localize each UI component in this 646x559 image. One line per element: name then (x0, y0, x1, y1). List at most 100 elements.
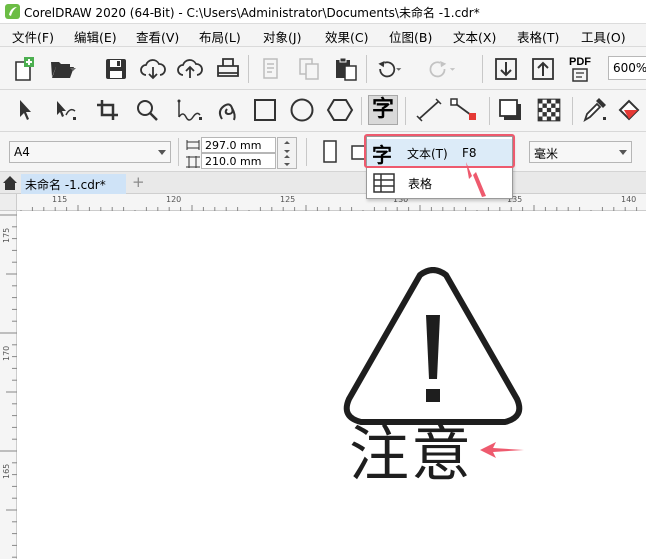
ruler-label: 140 (621, 195, 637, 204)
paste-button[interactable] (331, 54, 361, 84)
interactive-fill-tool-button[interactable] (616, 95, 646, 125)
menu-bitmaps[interactable]: 位图(B) (389, 27, 432, 46)
menu-layout[interactable]: 布局(L) (199, 27, 241, 46)
document-tab-label: 未命名 -1.cdr* (25, 178, 106, 192)
eyedropper-tool-button[interactable] (580, 95, 610, 125)
page-size-spinner[interactable] (277, 137, 297, 169)
copy-button[interactable] (294, 54, 324, 84)
menu-object[interactable]: 对象(J) (263, 27, 301, 46)
cloud-download-icon (140, 59, 166, 80)
connector-tool-button[interactable] (449, 95, 479, 125)
coreldraw-logo-icon (5, 4, 20, 19)
ruler-label: 175 (2, 227, 11, 243)
home-icon[interactable] (2, 175, 18, 191)
ruler-label: 165 (2, 463, 11, 479)
menu-view[interactable]: 查看(V) (136, 27, 179, 46)
horizontal-ruler[interactable]: 115 120 125 130 135 140 (0, 194, 646, 211)
callout-arrow-icon (466, 162, 486, 197)
transparency-tool-button[interactable] (534, 95, 564, 125)
menu-tools[interactable]: 工具(O) (581, 27, 626, 46)
shape-tool-button[interactable] (50, 95, 80, 125)
paste-icon (336, 57, 357, 81)
crop-tool-button[interactable] (93, 95, 123, 125)
landscape-page-icon (351, 145, 366, 160)
text-tool-button[interactable]: 字 (368, 95, 398, 125)
menu-edit[interactable]: 编辑(E) (74, 27, 117, 46)
dimension-line-icon (416, 98, 442, 122)
units-value: 毫米 (534, 147, 559, 161)
standard-toolbar: PDF 600% (0, 47, 646, 90)
new-document-icon (15, 57, 34, 81)
cloud-upload-button[interactable] (175, 54, 205, 84)
menu-text[interactable]: 文本(X) (453, 27, 496, 46)
spinner-arrows-icon (284, 141, 290, 166)
save-button[interactable] (101, 54, 131, 84)
magnifier-icon (137, 100, 158, 121)
ellipse-tool-button[interactable] (287, 95, 317, 125)
add-document-button[interactable]: + (132, 173, 145, 191)
folder-open-icon (51, 62, 76, 78)
vertical-ruler[interactable]: 175 170 165 (0, 211, 17, 559)
page-size-value: A4 (14, 145, 30, 159)
undo-button[interactable] (374, 54, 404, 84)
pdf-icon (572, 67, 588, 82)
toolbar-separator (405, 97, 406, 125)
menu-file[interactable]: 文件(F) (12, 27, 54, 46)
print-icon (217, 58, 239, 77)
cut-icon (263, 58, 278, 79)
drop-shadow-tool-button[interactable] (496, 95, 526, 125)
redo-button[interactable] (426, 54, 456, 84)
artistic-media-tool-button[interactable] (213, 95, 243, 125)
pick-tool-button[interactable] (10, 95, 40, 125)
polygon-tool-button[interactable] (325, 95, 355, 125)
open-button[interactable] (48, 54, 78, 84)
cloud-upload-icon (177, 59, 203, 78)
print-button[interactable] (213, 54, 243, 84)
landscape-button[interactable] (346, 137, 366, 167)
toolbar-separator (489, 97, 490, 125)
fill-bucket-icon (618, 99, 640, 121)
export-button[interactable] (528, 54, 558, 84)
connector-icon (450, 98, 476, 120)
flyout-item-table[interactable]: 表格 (367, 169, 512, 197)
save-icon (106, 59, 126, 79)
table-icon (373, 173, 395, 193)
chevron-down-icon (158, 150, 166, 155)
drawing-canvas[interactable]: 注意 (18, 212, 646, 559)
checkerboard-icon (537, 98, 561, 122)
zoom-level-field[interactable]: 600% (608, 56, 646, 80)
cut-button[interactable] (256, 54, 286, 84)
toolbar-separator (482, 55, 483, 83)
highlight-box (364, 134, 515, 168)
copy-icon (299, 58, 319, 80)
crop-icon (97, 100, 118, 120)
document-tab[interactable]: 未命名 -1.cdr* (21, 174, 126, 194)
ruler-origin[interactable] (0, 194, 17, 211)
eyedropper-icon (583, 98, 606, 123)
units-dropdown[interactable]: 毫米 (529, 141, 632, 163)
new-document-button[interactable] (9, 54, 39, 84)
page-width-field[interactable]: 297.0 mm (201, 137, 276, 153)
caption-text[interactable]: 注意 (349, 422, 473, 488)
menu-table[interactable]: 表格(T) (517, 27, 559, 46)
toolbar-separator (306, 138, 307, 166)
freehand-tool-button[interactable] (175, 95, 205, 125)
publish-pdf-button[interactable]: PDF (565, 54, 595, 84)
page-height-field[interactable]: 210.0 mm (201, 153, 276, 169)
page-size-dropdown[interactable]: A4 (9, 141, 171, 163)
ruler-label: 120 (166, 195, 182, 204)
warning-triangle-icon[interactable] (340, 267, 526, 431)
rectangle-tool-button[interactable] (250, 95, 280, 125)
zoom-tool-button[interactable] (132, 95, 162, 125)
menu-effects[interactable]: 效果(C) (325, 27, 368, 46)
import-button[interactable] (491, 54, 521, 84)
ruler-label: 170 (2, 345, 11, 361)
parallel-dimension-tool-button[interactable] (414, 95, 444, 125)
rectangle-icon (254, 99, 276, 121)
toolbox: 字 (0, 90, 646, 132)
chevron-down-icon (619, 150, 627, 155)
title-bar: CorelDRAW 2020 (64-Bit) - C:\Users\Admin… (0, 0, 646, 24)
toolbar-separator (248, 55, 249, 83)
portrait-button[interactable] (315, 137, 345, 167)
cloud-download-button[interactable] (138, 54, 168, 84)
